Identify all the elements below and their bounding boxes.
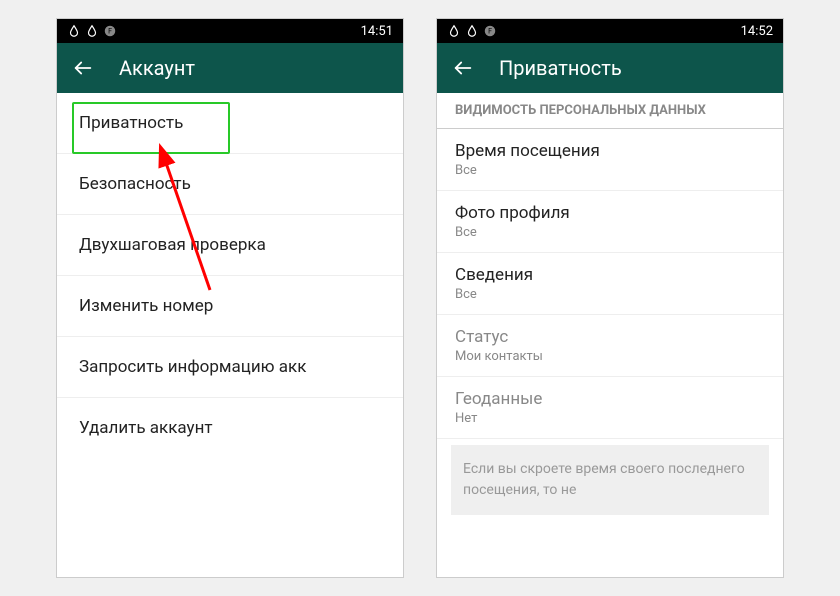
page-title: Аккаунт	[119, 56, 195, 80]
pref-value: Нет	[455, 411, 765, 426]
status-bar: F 14:51	[57, 19, 403, 43]
pref-value: Мои контакты	[455, 349, 765, 364]
page-title: Приватность	[499, 56, 622, 80]
pref-status[interactable]: Статус Мои контакты	[437, 315, 783, 377]
pref-title: Геоданные	[455, 389, 765, 409]
badge-icon: F	[483, 24, 497, 38]
privacy-settings-list: ВИДИМОСТЬ ПЕРСОНАЛЬНЫХ ДАННЫХ Время посе…	[437, 93, 783, 577]
phone-account: F 14:51 Аккаунт Приватность Безопасность…	[56, 18, 404, 578]
phone-privacy: F 14:52 Приватность ВИДИМОСТЬ ПЕРСОНАЛЬН…	[436, 18, 784, 578]
pref-title: Фото профиля	[455, 203, 765, 223]
app-bar: Аккаунт	[57, 43, 403, 93]
pref-value: Все	[455, 163, 765, 178]
item-request-info[interactable]: Запросить информацию акк	[57, 337, 403, 398]
pref-title: Статус	[455, 327, 765, 347]
pref-value: Все	[455, 287, 765, 302]
drop-icon	[447, 24, 461, 38]
back-button[interactable]	[71, 56, 95, 80]
status-time: 14:51	[361, 24, 393, 39]
pref-value: Все	[455, 225, 765, 240]
svg-text:F: F	[488, 27, 492, 35]
item-privacy[interactable]: Приватность	[57, 93, 403, 154]
status-time: 14:52	[741, 24, 773, 39]
item-security[interactable]: Безопасность	[57, 154, 403, 215]
pref-profile-photo[interactable]: Фото профиля Все	[437, 191, 783, 253]
drop-icon	[85, 24, 99, 38]
app-bar: Приватность	[437, 43, 783, 93]
privacy-note: Если вы скроете время своего последнего …	[451, 445, 769, 515]
pref-live-location[interactable]: Геоданные Нет	[437, 377, 783, 439]
item-change-number[interactable]: Изменить номер	[57, 276, 403, 337]
svg-text:F: F	[108, 27, 112, 35]
section-header-visibility: ВИДИМОСТЬ ПЕРСОНАЛЬНЫХ ДАННЫХ	[437, 93, 783, 129]
arrow-left-icon	[452, 57, 474, 79]
status-icons: F	[67, 24, 117, 38]
pref-title: Сведения	[455, 265, 765, 285]
drop-icon	[465, 24, 479, 38]
status-bar: F 14:52	[437, 19, 783, 43]
badge-icon: F	[103, 24, 117, 38]
pref-about[interactable]: Сведения Все	[437, 253, 783, 315]
item-delete-account[interactable]: Удалить аккаунт	[57, 398, 403, 458]
status-icons: F	[447, 24, 497, 38]
pref-title: Время посещения	[455, 141, 765, 161]
back-button[interactable]	[451, 56, 475, 80]
arrow-left-icon	[72, 57, 94, 79]
pref-last-seen[interactable]: Время посещения Все	[437, 129, 783, 191]
account-settings-list: Приватность Безопасность Двухшаговая про…	[57, 93, 403, 577]
drop-icon	[67, 24, 81, 38]
item-two-step[interactable]: Двухшаговая проверка	[57, 215, 403, 276]
